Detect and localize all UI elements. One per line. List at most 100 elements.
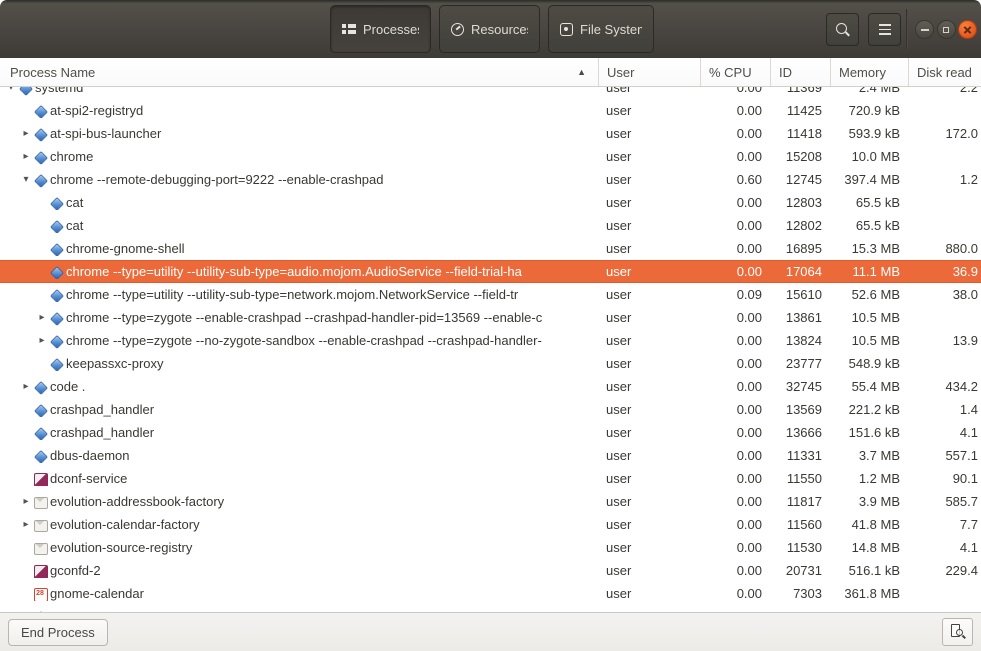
cell-user: user xyxy=(598,218,700,233)
table-row[interactable]: ▾systemduser0.00113692.4 MB2.2 xyxy=(0,87,981,99)
tab-processes[interactable]: Processes xyxy=(330,5,431,53)
expander-collapsed-icon[interactable]: ▸ xyxy=(19,490,33,513)
table-row[interactable]: ▸chrome --type=zygote --no-zygote-sandbo… xyxy=(0,329,981,352)
table-row[interactable]: ▸chromeuser0.001520810.0 MB xyxy=(0,145,981,168)
menu-icon xyxy=(879,24,891,35)
expander-collapsed-icon[interactable]: ▸ xyxy=(19,375,33,398)
cell-process-name: ▸at-spi-bus-launcher xyxy=(0,122,598,145)
cell-memory: 10.5 MB xyxy=(830,310,908,325)
application-icon xyxy=(33,449,47,463)
process-properties-button[interactable] xyxy=(942,618,973,646)
table-row[interactable]: evolution-source-registryuser0.001153014… xyxy=(0,536,981,559)
column-header-memory[interactable]: Memory xyxy=(830,58,908,86)
table-row[interactable]: chrome-gnome-shelluser0.001689515.3 MB88… xyxy=(0,237,981,260)
table-row[interactable]: dconf-serviceuser0.00115501.2 MB90.1 xyxy=(0,467,981,490)
table-row[interactable]: crashpad_handleruser0.0013569221.2 kB1.4 xyxy=(0,398,981,421)
expander-collapsed-icon[interactable]: ▸ xyxy=(35,329,49,352)
close-icon xyxy=(964,26,972,34)
table-row[interactable]: crashpad_handleruser0.0013666151.6 kB4.1 xyxy=(0,421,981,444)
cell-process-name: evolution-source-registry xyxy=(0,540,598,555)
cell-memory: 3.7 MB xyxy=(830,448,908,463)
cell-user: user xyxy=(598,241,700,256)
cell-disk-read: 585.7 xyxy=(908,494,981,509)
process-name: systemd xyxy=(35,87,83,95)
end-process-button[interactable]: End Process xyxy=(8,619,108,646)
cell-disk-read: 229.4 xyxy=(908,563,981,578)
application-icon xyxy=(49,219,63,233)
application-icon xyxy=(33,173,47,187)
tab-file-systems[interactable]: File Systems xyxy=(548,5,654,53)
column-header-user[interactable]: User xyxy=(598,58,700,86)
table-row[interactable]: ▸code .user0.003274555.4 MB434.2 xyxy=(0,375,981,398)
minimize-button[interactable] xyxy=(915,20,934,39)
table-row[interactable]: gconfd-2user0.0020731516.1 kB229.4 xyxy=(0,559,981,582)
expander-expanded-icon[interactable]: ▾ xyxy=(4,87,18,99)
cell-process-name: at-spi2-registryd xyxy=(0,103,598,118)
cell-id: 13666 xyxy=(770,425,830,440)
minimize-icon xyxy=(921,29,929,31)
table-row[interactable]: ▸evolution-calendar-factoryuser0.0011560… xyxy=(0,513,981,536)
expander-collapsed-icon[interactable]: ▸ xyxy=(19,145,33,168)
cell-user: user xyxy=(598,126,700,141)
table-row[interactable]: ▾chrome --remote-debugging-port=9222 --e… xyxy=(0,168,981,191)
table-row[interactable]: chrome --type=utility --utility-sub-type… xyxy=(0,283,981,306)
cell-user: user xyxy=(598,471,700,486)
expander-expanded-icon[interactable]: ▾ xyxy=(19,168,33,191)
process-name: gconfd-2 xyxy=(50,563,101,578)
cell-cpu: 0.00 xyxy=(700,356,770,371)
cell-id: 15208 xyxy=(770,149,830,164)
cell-process-name: chrome --type=utility --utility-sub-type… xyxy=(0,287,598,302)
menu-button[interactable] xyxy=(868,13,901,46)
column-header-disk-read[interactable]: Disk read xyxy=(908,58,981,86)
cell-disk-read: 38.0 xyxy=(908,287,981,302)
cell-memory: 52.6 MB xyxy=(830,287,908,302)
application-icon xyxy=(18,87,32,95)
cell-memory: 2.4 MB xyxy=(830,87,908,95)
table-row[interactable]: dbus-daemonuser0.00113313.7 MB557.1 xyxy=(0,444,981,467)
table-row[interactable] xyxy=(0,605,981,612)
expander-collapsed-icon[interactable]: ▸ xyxy=(19,513,33,536)
cell-disk-read: 4.1 xyxy=(908,425,981,440)
cell-memory: 14.8 MB xyxy=(830,540,908,555)
column-label: ID xyxy=(779,65,792,80)
cell-user: user xyxy=(598,586,700,601)
cell-memory: 548.9 kB xyxy=(830,356,908,371)
table-row[interactable]: gnome-calendaruser0.007303361.8 MB xyxy=(0,582,981,605)
application-icon xyxy=(49,357,63,371)
cell-id: 12745 xyxy=(770,172,830,187)
column-header-process-name[interactable]: Process Name ▲ xyxy=(0,58,598,86)
table-row[interactable]: ▸evolution-addressbook-factoryuser0.0011… xyxy=(0,490,981,513)
table-row[interactable]: at-spi2-registryduser0.0011425720.9 kB xyxy=(0,99,981,122)
table-row[interactable]: catuser0.001280365.5 kB xyxy=(0,191,981,214)
cell-cpu: 0.00 xyxy=(700,425,770,440)
expander-collapsed-icon[interactable]: ▸ xyxy=(35,306,49,329)
cell-process-name: chrome --type=utility --utility-sub-type… xyxy=(0,264,598,279)
titlebar-separator xyxy=(906,9,907,49)
table-row[interactable]: keepassxc-proxyuser0.0023777548.9 kB xyxy=(0,352,981,375)
tab-resources[interactable]: Resources xyxy=(439,5,540,53)
cell-memory: 221.2 kB xyxy=(830,402,908,417)
column-header-id[interactable]: ID xyxy=(770,58,830,86)
calendar-icon xyxy=(33,587,47,601)
table-row[interactable]: catuser0.001280265.5 kB xyxy=(0,214,981,237)
column-header-cpu[interactable]: % CPU xyxy=(700,58,770,86)
maximize-icon xyxy=(943,27,949,33)
cell-id: 11817 xyxy=(770,494,830,509)
process-name: gnome-calendar xyxy=(50,586,144,601)
table-row[interactable]: ▸chrome --type=zygote --enable-crashpad … xyxy=(0,306,981,329)
table-row[interactable]: ▸at-spi-bus-launcheruser0.0011418593.9 k… xyxy=(0,122,981,145)
cell-cpu: 0.00 xyxy=(700,517,770,532)
titlebar: Processes Resources File Systems xyxy=(0,0,981,58)
expander-collapsed-icon[interactable]: ▸ xyxy=(19,122,33,145)
cell-user: user xyxy=(598,87,700,95)
cell-user: user xyxy=(598,494,700,509)
cell-process-name: ▸chrome xyxy=(0,145,598,168)
search-button[interactable] xyxy=(826,13,859,46)
table-row[interactable]: chrome --type=utility --utility-sub-type… xyxy=(0,260,981,283)
search-icon xyxy=(835,22,850,37)
close-button[interactable] xyxy=(958,20,977,39)
cell-user: user xyxy=(598,402,700,417)
cell-process-name: ▾ systemd xyxy=(0,87,598,99)
cell-process-name: crashpad_handler xyxy=(0,425,598,440)
maximize-button[interactable] xyxy=(937,20,956,39)
